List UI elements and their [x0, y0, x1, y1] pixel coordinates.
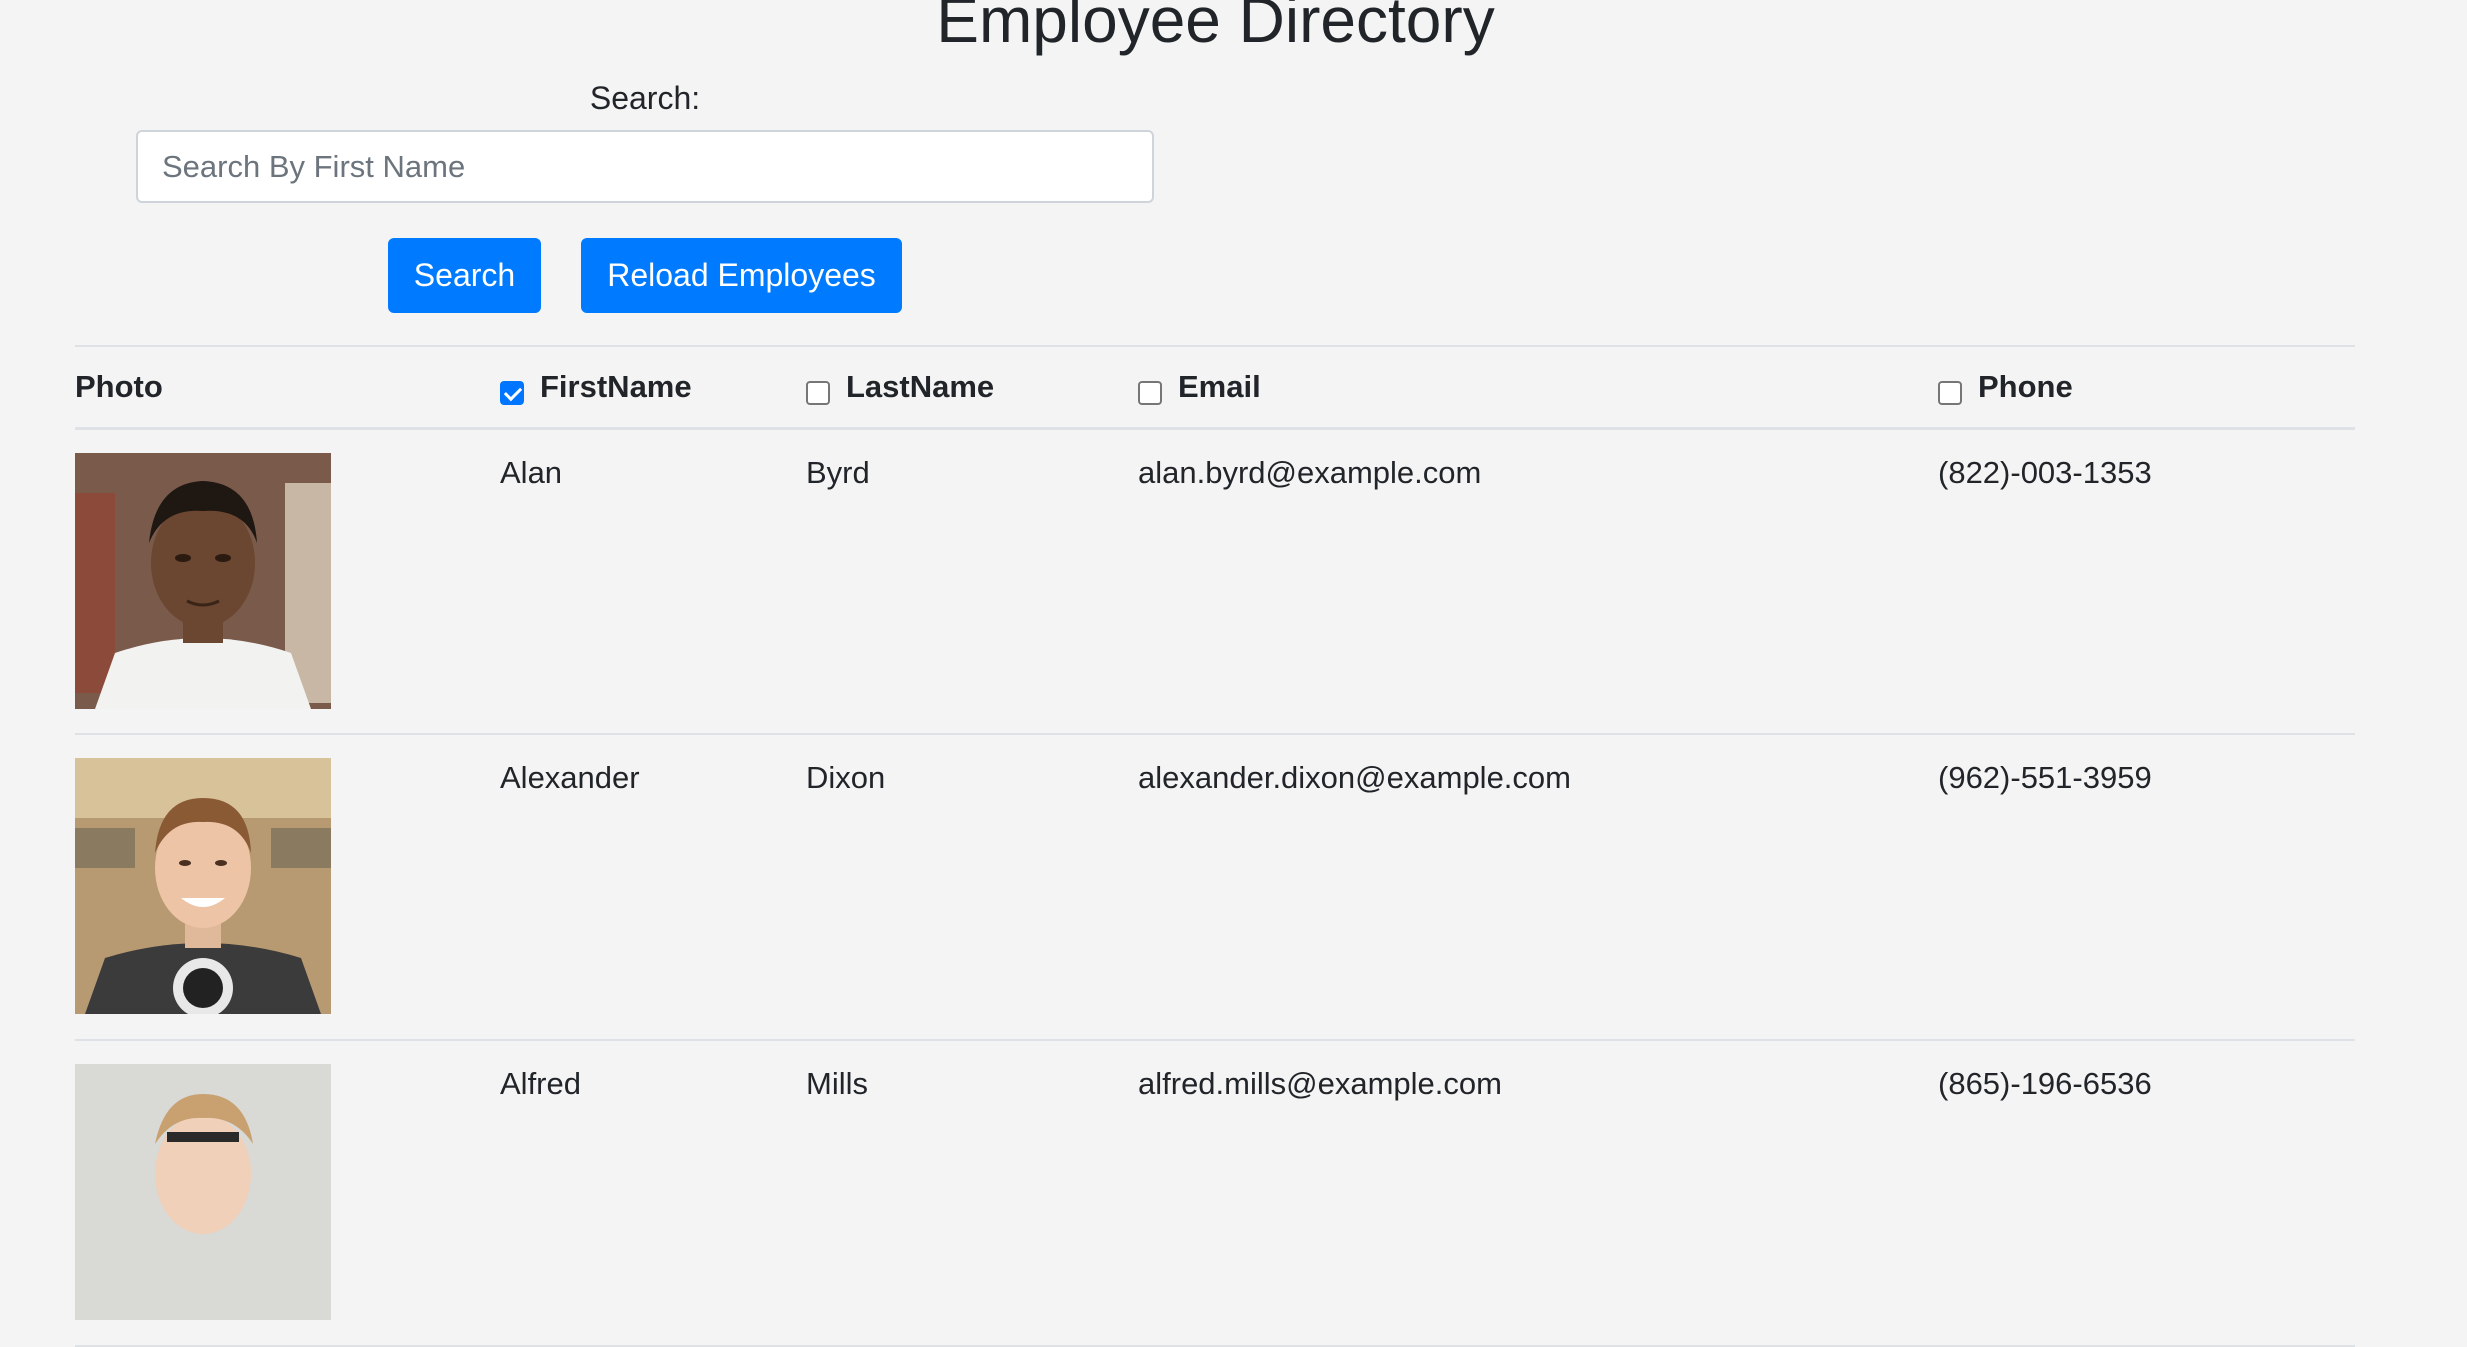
first-name-cell: Alexander	[500, 760, 640, 795]
header-lastname: LastName	[806, 346, 1138, 428]
table-row: Alexander Dixon alexander.dixon@example.…	[75, 734, 2355, 1040]
header-photo: Photo	[75, 368, 163, 404]
header-lastname-label: LastName	[846, 368, 995, 404]
search-button[interactable]: Search	[388, 238, 541, 313]
search-label: Search:	[589, 80, 701, 116]
table-row: Alan Byrd alan.byrd@example.com (822)-00…	[75, 428, 2355, 734]
phone-cell: (822)-003-1353	[1938, 454, 2152, 490]
last-name-cell: Mills	[806, 1066, 868, 1101]
table-row: Alfred Mills alfred.mills@example.com (8…	[75, 1040, 2355, 1346]
last-name-cell: Byrd	[806, 454, 870, 490]
email-cell: alan.byrd@example.com	[1138, 454, 1482, 490]
photo-cell	[75, 734, 500, 1040]
header-firstname-label: FirstName	[540, 368, 692, 404]
last-name-cell: Dixon	[806, 760, 886, 795]
first-name-cell: Alan	[500, 454, 563, 490]
phone-cell: (865)-196-6536	[1938, 1066, 2152, 1101]
photo-cell	[75, 1040, 500, 1346]
email-cell: alexander.dixon@example.com	[1138, 760, 1571, 795]
header-firstname: FirstName	[500, 346, 806, 428]
phone-cell: (962)-551-3959	[1938, 760, 2152, 795]
sort-firstname-checkbox[interactable]	[500, 380, 524, 405]
table-header-row: Photo FirstName LastName Email Phone	[75, 346, 2355, 428]
sort-email-checkbox[interactable]	[1138, 380, 1162, 405]
page-title: Employee Directory	[936, 0, 1495, 56]
header-email: Email	[1138, 346, 1938, 428]
header-phone: Phone	[1938, 346, 2355, 428]
employee-table: Photo FirstName LastName Email Phone Ala…	[75, 345, 2355, 1347]
sort-lastname-checkbox[interactable]	[806, 380, 830, 405]
header-email-label: Email	[1178, 368, 1261, 404]
search-input[interactable]	[136, 130, 1154, 203]
sort-phone-checkbox[interactable]	[1938, 380, 1962, 405]
employee-photo	[75, 758, 331, 1014]
email-cell: alfred.mills@example.com	[1138, 1066, 1502, 1101]
first-name-cell: Alfred	[500, 1066, 581, 1101]
employee-photo	[75, 1064, 331, 1320]
photo-cell	[75, 428, 500, 734]
employee-photo	[75, 452, 331, 709]
header-phone-label: Phone	[1978, 368, 2073, 404]
reload-employees-button[interactable]: Reload Employees	[581, 238, 902, 313]
